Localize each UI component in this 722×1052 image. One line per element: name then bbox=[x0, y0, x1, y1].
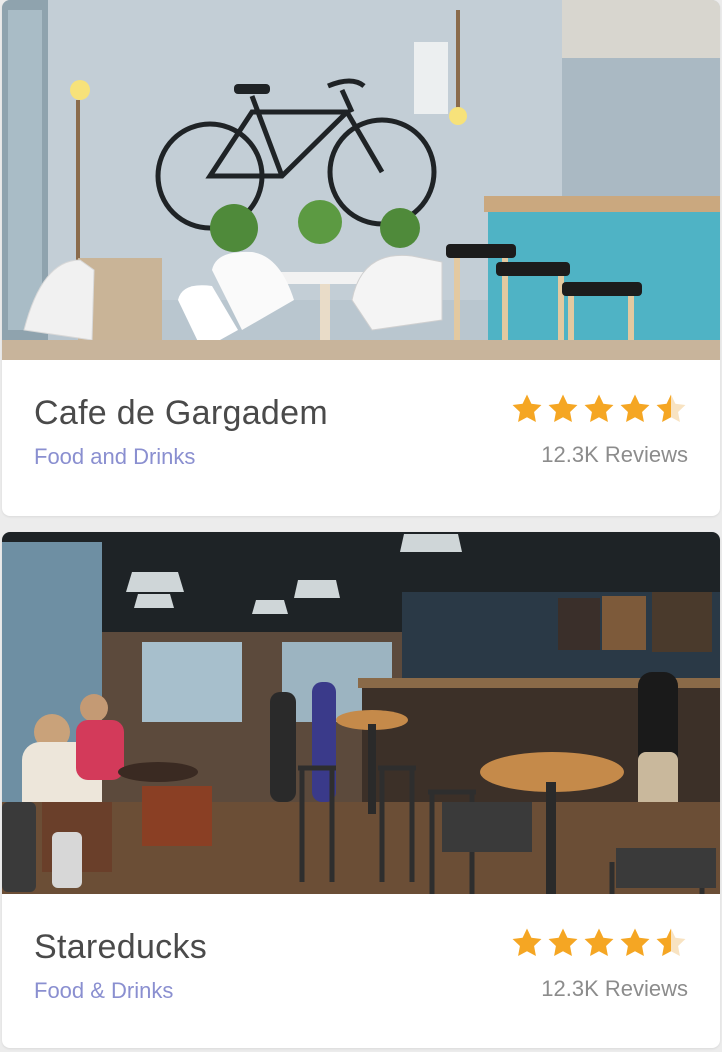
star-filled-icon bbox=[618, 926, 652, 960]
star-filled-icon bbox=[510, 926, 544, 960]
place-category[interactable]: Food and Drinks bbox=[34, 444, 195, 470]
star-filled-icon bbox=[546, 392, 580, 426]
star-filled-icon bbox=[546, 926, 580, 960]
place-name[interactable]: Cafe de Gargadem bbox=[34, 394, 328, 433]
star-filled-icon bbox=[618, 392, 652, 426]
star-rating bbox=[510, 392, 688, 426]
star-filled-icon bbox=[582, 392, 616, 426]
place-category[interactable]: Food & Drinks bbox=[34, 978, 173, 1004]
star-half-icon bbox=[654, 926, 688, 960]
place-photo-cafe-interior bbox=[2, 0, 720, 360]
place-name[interactable]: Stareducks bbox=[34, 928, 207, 967]
star-rating bbox=[510, 926, 688, 960]
star-filled-icon bbox=[510, 392, 544, 426]
place-photo-coffee-shop bbox=[2, 532, 720, 894]
place-info: Cafe de Gargadem Food and Drinks 12.3K R… bbox=[2, 360, 720, 516]
review-count: 12.3K Reviews bbox=[541, 442, 688, 467]
place-card[interactable]: Stareducks Food & Drinks 12.3K Reviews bbox=[2, 532, 720, 1048]
place-info: Stareducks Food & Drinks 12.3K Reviews bbox=[2, 894, 720, 1048]
star-half-icon bbox=[654, 392, 688, 426]
review-count: 12.3K Reviews bbox=[541, 976, 688, 1001]
star-filled-icon bbox=[582, 926, 616, 960]
place-card[interactable]: Cafe de Gargadem Food and Drinks 12.3K R… bbox=[2, 0, 720, 516]
place-list: Cafe de Gargadem Food and Drinks 12.3K R… bbox=[0, 0, 722, 1052]
